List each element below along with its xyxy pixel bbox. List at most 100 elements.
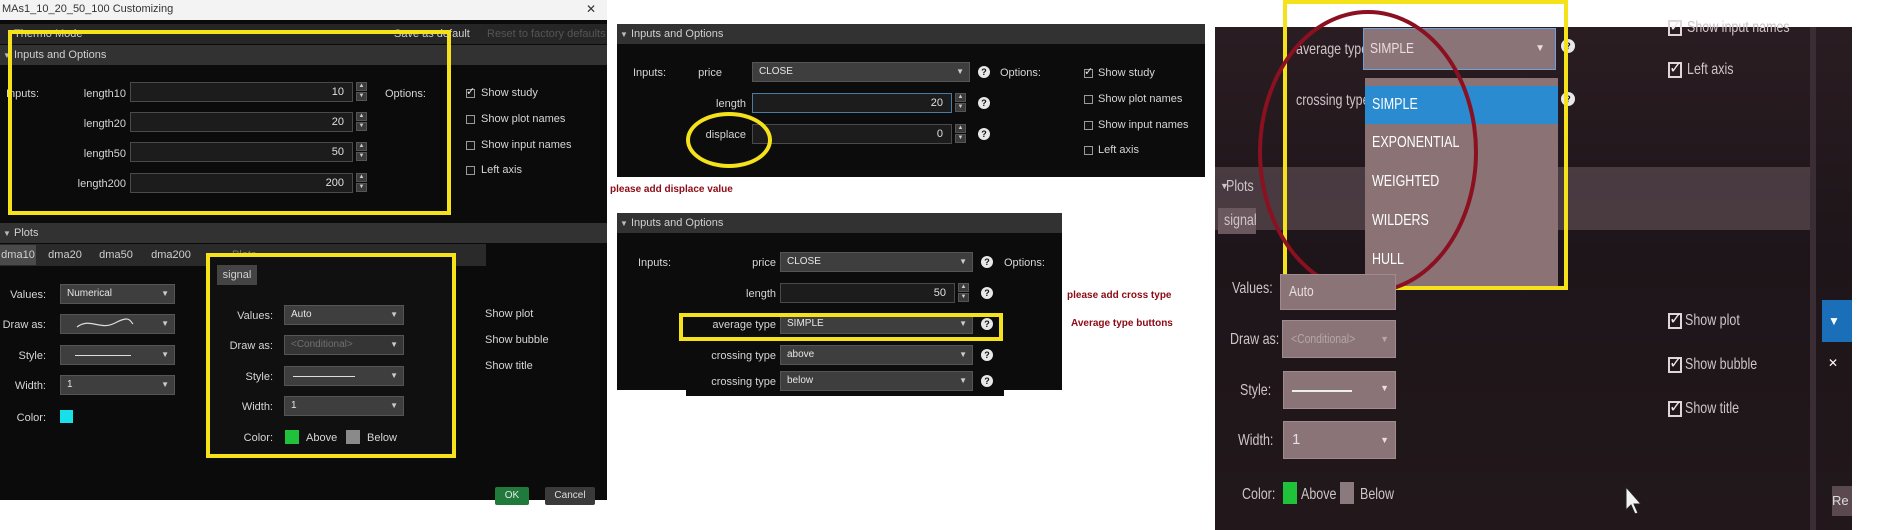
photo-show-plot-checkbox[interactable]: [1668, 309, 1682, 329]
photo-reset-button[interactable]: Re: [1832, 486, 1852, 516]
panel3-length-label: length: [746, 288, 776, 300]
photo-color-label: Color:: [1242, 486, 1276, 503]
panel2-price-select[interactable]: CLOSE ▼: [752, 62, 970, 82]
help-icon[interactable]: ?: [981, 287, 993, 299]
ok-button[interactable]: OK: [495, 487, 529, 505]
panel2-header-label: Inputs and Options: [631, 28, 724, 40]
panel2-inputs-label: Inputs:: [633, 67, 667, 79]
panel3-cross2-label: crossing type: [711, 376, 776, 388]
tab-dma50[interactable]: dma50: [95, 245, 137, 265]
photo-show-bubble-label: Show bubble: [1685, 356, 1758, 373]
draw-as-select[interactable]: ▼: [60, 314, 175, 334]
signal-highlight-box: [206, 253, 456, 458]
displace-highlight-ellipse: [686, 112, 772, 168]
photo-show-input-names-checkbox[interactable]: [1668, 16, 1682, 36]
panel2-length-label: length: [716, 98, 746, 110]
style-select[interactable]: ▼: [60, 345, 175, 365]
panel2-length-input[interactable]: 20: [752, 93, 952, 113]
draw-as-label: Draw as:: [2, 319, 46, 331]
help-icon[interactable]: ?: [981, 349, 993, 361]
tab-dma20[interactable]: dma20: [44, 245, 86, 265]
photo-style-label: Style:: [1240, 382, 1272, 399]
photo-draw-label: Draw as:: [1230, 331, 1280, 348]
plots-header-label: Plots: [14, 227, 39, 239]
show-study-label: Show study: [481, 87, 538, 99]
photo-show-plot-label: Show plot: [1685, 312, 1740, 329]
panel2-options-label: Options:: [1000, 67, 1041, 79]
help-icon[interactable]: ?: [981, 375, 993, 387]
photo-show-title-checkbox[interactable]: [1668, 397, 1682, 417]
close-icon[interactable]: ✕: [586, 2, 596, 16]
chevron-down-icon: ▼: [620, 30, 628, 39]
show-bubble-label[interactable]: Show bubble: [485, 334, 549, 346]
plot-color-swatch[interactable]: [60, 410, 73, 423]
photo-below-label: Below: [1360, 486, 1394, 503]
show-input-names-label: Show input names: [481, 139, 572, 151]
panel3-options-label: Options:: [1004, 257, 1045, 269]
panel2-show-study-checkbox[interactable]: [1084, 65, 1093, 78]
show-input-names-checkbox[interactable]: [466, 141, 475, 150]
photo-left-axis-checkbox[interactable]: [1668, 58, 1682, 78]
panel2-displace-stepper[interactable]: ▲ ▼: [955, 124, 966, 144]
show-plot-label[interactable]: Show plot: [485, 308, 533, 320]
photo-draw-select[interactable]: <Conditional> ▼: [1282, 320, 1396, 358]
chevron-down-icon: ▼: [3, 229, 11, 238]
photo-below-swatch[interactable]: [1340, 482, 1354, 504]
photo-values-select[interactable]: Auto: [1280, 274, 1396, 310]
photo-above-label: Above: [1301, 486, 1337, 503]
panel2-left-axis-label: Left axis: [1098, 144, 1139, 156]
note-displace: please add displace value: [610, 184, 733, 195]
tab-dma10[interactable]: dma10: [0, 245, 36, 265]
panel3-price-select[interactable]: CLOSE ▼: [780, 252, 973, 272]
photo-chevron-down-icon: ▼: [1220, 181, 1229, 191]
show-study-checkbox[interactable]: [466, 85, 475, 98]
tab-dma200[interactable]: dma200: [147, 245, 195, 265]
panel3-cross1-select[interactable]: above ▼: [780, 345, 973, 365]
panel2-show-plot-names-checkbox[interactable]: [1084, 95, 1093, 104]
values-select[interactable]: Numerical ▼: [60, 284, 175, 304]
photo-edge: [1810, 27, 1816, 530]
panel2-header[interactable]: ▼ Inputs and Options: [617, 24, 1205, 44]
show-title-label[interactable]: Show title: [485, 360, 533, 372]
panel3-price-label: price: [752, 257, 776, 269]
chevron-down-icon: ▼: [620, 219, 628, 228]
photo-width-select[interactable]: 1 ▼: [1283, 421, 1396, 459]
panel3-length-input[interactable]: 50: [780, 283, 955, 303]
panel3-cross2-select[interactable]: below ▼: [780, 371, 973, 391]
reset-button[interactable]: Reset to factory defaults: [487, 28, 606, 40]
photo-above-swatch[interactable]: [1283, 482, 1297, 504]
help-icon[interactable]: ?: [981, 256, 993, 268]
values-label: Values:: [10, 289, 46, 301]
customizing-dialog: MAs1_10_20_50_100 Customizing ✕ Thermo M…: [0, 0, 607, 505]
panel2-length-stepper[interactable]: ▲ ▼: [955, 93, 966, 113]
show-plot-names-label: Show plot names: [481, 113, 566, 125]
photo-show-bubble-checkbox[interactable]: [1668, 353, 1682, 373]
note-cross-type: please add cross type: [1067, 290, 1172, 301]
show-plot-names-checkbox[interactable]: [466, 115, 475, 124]
style-label: Style:: [18, 350, 46, 362]
photo-values-label: Values:: [1232, 280, 1273, 297]
panel3-inputs-label: Inputs:: [638, 257, 672, 269]
panel3-header[interactable]: ▼ Inputs and Options: [617, 213, 1062, 233]
left-axis-checkbox[interactable]: [466, 166, 475, 175]
panel2-show-plot-names-label: Show plot names: [1098, 93, 1183, 105]
photo-left-axis-label: Left axis: [1687, 61, 1734, 78]
panel2-show-input-names-checkbox[interactable]: [1084, 121, 1093, 130]
photo-plots-header: Plots: [1226, 178, 1254, 195]
photo-blue-side-tab[interactable]: ▼ ✕: [1822, 300, 1852, 370]
photo-style-select[interactable]: ▼: [1283, 371, 1396, 409]
panel3-length-stepper[interactable]: ▲ ▼: [958, 283, 969, 303]
photo-signal-label: signal: [1224, 212, 1257, 229]
help-icon[interactable]: ?: [978, 97, 990, 109]
plots-header[interactable]: ▼ Plots: [0, 223, 607, 243]
panel2-left-axis-checkbox[interactable]: [1084, 146, 1093, 155]
help-icon[interactable]: ?: [978, 66, 990, 78]
color-label: Color:: [16, 412, 46, 424]
help-icon[interactable]: ?: [978, 128, 990, 140]
panel2-show-input-names-label: Show input names: [1098, 119, 1189, 131]
width-select[interactable]: 1 ▼: [60, 375, 175, 395]
photo-show-input-names-label: Show input names: [1687, 19, 1790, 36]
width-label: Width:: [14, 380, 46, 392]
cancel-button[interactable]: Cancel: [545, 487, 595, 505]
panel2-displace-input[interactable]: 0: [752, 124, 952, 144]
